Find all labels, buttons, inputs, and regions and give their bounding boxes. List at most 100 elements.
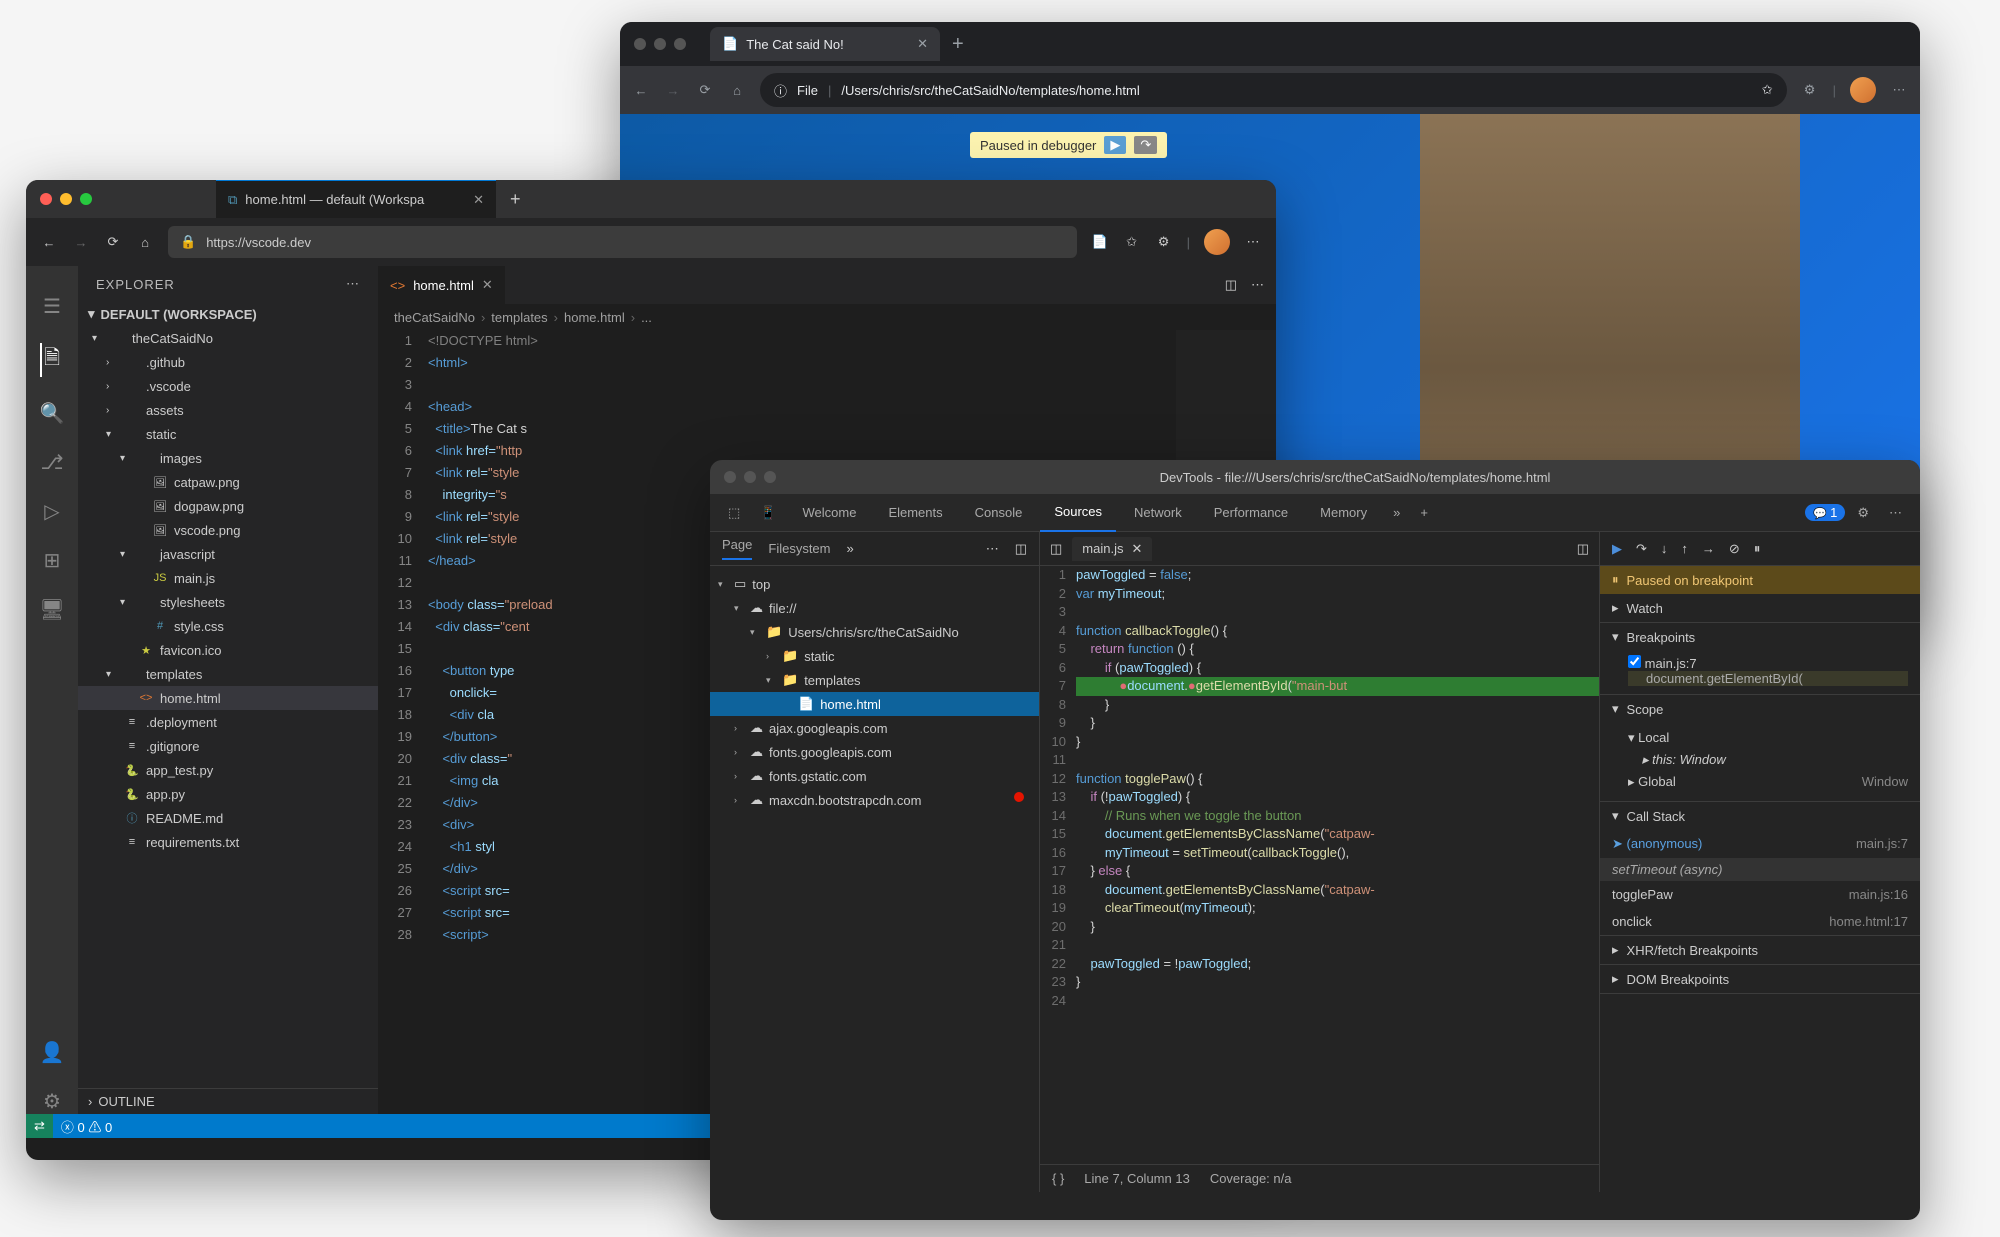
new-tab-button[interactable]: + (496, 189, 535, 210)
tree-node[interactable]: ⓘREADME.md (78, 806, 378, 830)
brackets-icon[interactable]: { } (1052, 1171, 1064, 1186)
scope-local[interactable]: ▾ Local (1628, 727, 1908, 749)
settings-icon[interactable]: ⚙ (43, 1089, 61, 1114)
chevron-right-icon[interactable]: » (847, 541, 854, 556)
callstack-frame[interactable]: togglePawmain.js:16 (1600, 881, 1920, 908)
scope-section[interactable]: ▾Scope (1600, 695, 1920, 723)
dom-bp-section[interactable]: ▸DOM Breakpoints (1600, 965, 1920, 993)
workspace-header[interactable]: ▾ DEFAULT (WORKSPACE) (78, 302, 378, 326)
tree-node[interactable]: 🖼catpaw.png (78, 470, 378, 494)
forward-icon[interactable]: → (664, 83, 682, 98)
close-icon[interactable]: ✕ (482, 277, 493, 293)
source-control-icon[interactable]: ⎇ (40, 450, 63, 475)
back-icon[interactable]: ← (632, 83, 650, 98)
tab-welcome[interactable]: Welcome (788, 494, 870, 532)
url-bar[interactable]: ⓘ File | /Users/chris/src/theCatSaidNo/t… (760, 73, 1787, 107)
tree-node[interactable]: 🐍app_test.py (78, 758, 378, 782)
device-icon[interactable]: 📱 (752, 505, 784, 521)
browser-tab[interactable]: 📄 The Cat said No! ✕ (710, 27, 940, 61)
deactivate-bp-icon[interactable]: ⊘ (1729, 541, 1740, 557)
chevron-right-icon[interactable]: » (1385, 505, 1408, 520)
close-dot[interactable] (724, 471, 736, 483)
page-tree-node[interactable]: ▾📁templates (710, 668, 1039, 692)
tree-node[interactable]: ▾images (78, 446, 378, 470)
tree-node[interactable]: 🖼vscode.png (78, 518, 378, 542)
avatar[interactable] (1850, 77, 1876, 103)
issues-badge[interactable]: 💬 1 (1805, 504, 1845, 521)
page-tree-node[interactable]: ▾▭top (710, 572, 1039, 596)
outline-section[interactable]: › OUTLINE (78, 1088, 378, 1114)
close-dot[interactable] (40, 193, 52, 205)
reader-icon[interactable]: 📄 (1091, 234, 1109, 250)
tree-node[interactable]: ›assets (78, 398, 378, 422)
callstack-frame[interactable]: ➤ (anonymous)main.js:7 (1600, 830, 1920, 858)
resume-icon[interactable]: ▶ (1612, 541, 1622, 557)
tree-node[interactable]: 🐍app.py (78, 782, 378, 806)
tree-node[interactable]: JSmain.js (78, 566, 378, 590)
tab-performance[interactable]: Performance (1200, 494, 1302, 532)
page-tree-node[interactable]: ▾☁file:// (710, 596, 1039, 620)
settings-icon[interactable]: ⚙ (1849, 505, 1877, 521)
back-icon[interactable]: ← (40, 235, 58, 250)
remote-indicator[interactable]: ⇄ (26, 1114, 53, 1138)
collapse-icon[interactable]: ◫ (1015, 541, 1027, 557)
tree-node[interactable]: <>home.html (78, 686, 378, 710)
split-icon[interactable]: ◫ (1225, 277, 1237, 293)
close-dot[interactable] (634, 38, 646, 50)
scope-this[interactable]: ▸ this: Window (1628, 749, 1908, 771)
extensions-icon[interactable]: ⊞ (44, 548, 61, 573)
explorer-icon[interactable]: 🗎 (40, 343, 60, 377)
remote-icon[interactable]: 🖥 (39, 597, 64, 622)
min-dot[interactable] (654, 38, 666, 50)
tree-node[interactable]: ›.vscode (78, 374, 378, 398)
favorite-icon[interactable]: ✩ (1123, 234, 1141, 250)
home-icon[interactable]: ⌂ (136, 235, 154, 250)
tab-elements[interactable]: Elements (874, 494, 956, 532)
inspect-icon[interactable]: ⬚ (720, 505, 748, 521)
tree-node[interactable]: ★favicon.ico (78, 638, 378, 662)
panel-icon[interactable]: ◫ (1050, 541, 1062, 557)
tree-node[interactable]: ≡.deployment (78, 710, 378, 734)
account-icon[interactable]: 👤 (40, 1040, 65, 1065)
min-dot[interactable] (60, 193, 72, 205)
page-tree-node[interactable]: ›📁static (710, 644, 1039, 668)
tab-network[interactable]: Network (1120, 494, 1196, 532)
resume-icon[interactable]: ▶ (1104, 136, 1126, 154)
menu-icon[interactable]: ⋯ (1244, 234, 1262, 250)
home-icon[interactable]: ⌂ (728, 83, 746, 98)
step-icon[interactable]: → (1702, 541, 1715, 556)
plus-icon[interactable]: + (1412, 505, 1436, 520)
forward-icon[interactable]: → (72, 235, 90, 250)
scope-global[interactable]: ▸ GlobalWindow (1628, 771, 1908, 793)
page-tree-node[interactable]: 📄home.html (710, 692, 1039, 716)
tree-node[interactable]: ▾stylesheets (78, 590, 378, 614)
page-tree-node[interactable]: ›☁maxcdn.bootstrapcdn.com (710, 788, 1039, 812)
bp-checkbox[interactable] (1628, 655, 1641, 668)
tree-node[interactable]: ≡requirements.txt (78, 830, 378, 854)
close-icon[interactable]: ✕ (917, 36, 928, 52)
favorite-icon[interactable]: ✩ (1762, 82, 1773, 98)
errors-item[interactable]: ⓧ 0 ⚠ 0 (53, 1117, 120, 1136)
tab-page[interactable]: Page (722, 537, 752, 560)
search-icon[interactable]: 🔍 (40, 401, 65, 426)
extensions-icon[interactable]: ⚙ (1801, 82, 1819, 98)
close-icon[interactable]: ✕ (1131, 541, 1142, 557)
tree-node[interactable]: ▾javascript (78, 542, 378, 566)
url-bar[interactable]: 🔒 https://vscode.dev (168, 226, 1077, 258)
page-tree-node[interactable]: ›☁fonts.googleapis.com (710, 740, 1039, 764)
max-dot[interactable] (674, 38, 686, 50)
reload-icon[interactable]: ⟳ (104, 234, 122, 250)
step-icon[interactable]: ↷ (1134, 136, 1157, 154)
tree-node[interactable]: ▾theCatSaidNo (78, 326, 378, 350)
tree-node[interactable]: 🖼dogpaw.png (78, 494, 378, 518)
breadcrumb[interactable]: theCatSaidNo › templates › home.html › .… (378, 304, 1276, 330)
new-tab-button[interactable]: + (940, 33, 976, 56)
step-into-icon[interactable]: ↓ (1661, 541, 1668, 556)
reload-icon[interactable]: ⟳ (696, 82, 714, 98)
editor-tab[interactable]: <> home.html ✕ (378, 266, 505, 304)
source-code[interactable]: 123456789101112131415161718192021222324 … (1040, 566, 1599, 1164)
page-tree-node[interactable]: ›☁fonts.gstatic.com (710, 764, 1039, 788)
tree-node[interactable]: ▾static (78, 422, 378, 446)
tree-node[interactable]: ›.github (78, 350, 378, 374)
more-icon[interactable]: ⋯ (346, 276, 360, 292)
